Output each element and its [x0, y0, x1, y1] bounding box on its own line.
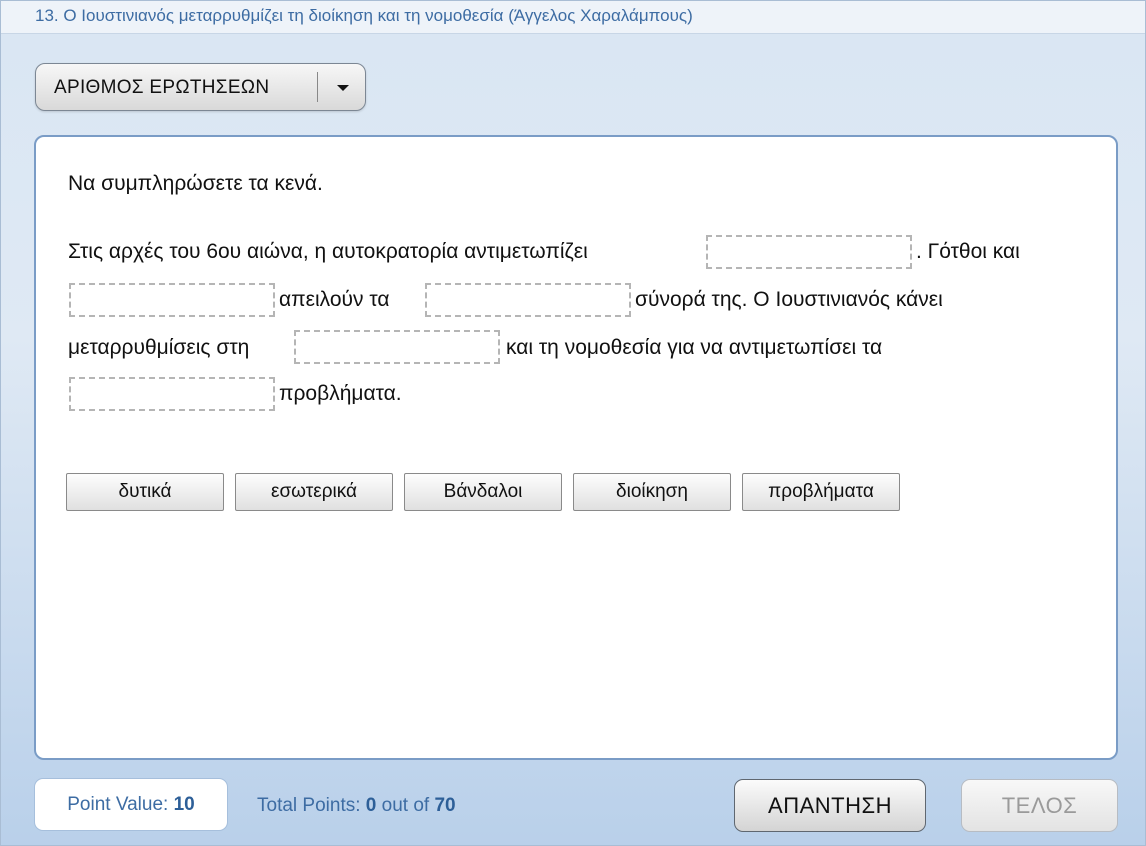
chevron-down-icon[interactable]: [337, 85, 349, 91]
question-text-segment: προβλήματα.: [279, 382, 402, 405]
word-chip-vandaloi[interactable]: Βάνδαλοι: [404, 473, 562, 511]
title-bar: 13. Ο Ιουστινιανός μεταρρυθμίζει τη διοί…: [1, 1, 1145, 34]
blank-drop-zone-2[interactable]: [69, 283, 275, 317]
point-value-box: Point Value: 10: [34, 778, 228, 831]
word-chip-dioikisi[interactable]: διοίκηση: [573, 473, 731, 511]
quiz-title: 13. Ο Ιουστινιανός μεταρρυθμίζει τη διοί…: [35, 6, 693, 25]
question-instruction: Να συμπληρώσετε τα κενά.: [68, 172, 323, 195]
answer-button[interactable]: ΑΠΑΝΤΗΣΗ: [734, 779, 926, 832]
blank-drop-zone-3[interactable]: [425, 283, 631, 317]
word-chip-dytika[interactable]: δυτικά: [66, 473, 224, 511]
word-chip-provlimata[interactable]: προβλήματα: [742, 473, 900, 511]
total-points-label: Total Points:: [257, 795, 361, 816]
word-chip-esoterika[interactable]: εσωτερικά: [235, 473, 393, 511]
blank-drop-zone-5[interactable]: [69, 377, 275, 411]
max-points-value: 70: [434, 795, 456, 816]
question-text-segment: . Γότθοι και: [916, 240, 1020, 263]
question-text-segment: απειλούν τα: [279, 288, 390, 311]
question-card: Να συμπληρώσετε τα κενά. Στις αρχές του …: [34, 135, 1118, 760]
out-of-label: out of: [381, 795, 430, 816]
question-text-segment: και τη νομοθεσία για να αντιμετωπίσει τα: [506, 336, 883, 359]
point-value: 10: [173, 794, 195, 815]
total-points-value: 0: [365, 795, 377, 816]
question-text-segment: σύνορά της. Ο Ιουστινιανός κάνει: [635, 288, 943, 311]
question-text-segment: Στις αρχές του 6ου αιώνα, η αυτοκρατορία…: [68, 240, 588, 263]
dropdown-label: ΑΡΙΘΜΟΣ ΕΡΩΤΗΣΕΩΝ: [54, 77, 270, 98]
point-value-label: Point Value:: [67, 794, 169, 815]
dropdown-divider: [317, 72, 318, 102]
question-text-segment: μεταρρυθμίσεις στη: [68, 336, 250, 359]
total-points: Total Points: 0 out of 70: [257, 795, 456, 817]
question-count-dropdown[interactable]: ΑΡΙΘΜΟΣ ΕΡΩΤΗΣΕΩΝ: [35, 63, 366, 111]
blank-drop-zone-4[interactable]: [294, 330, 500, 364]
end-button[interactable]: ΤΕΛΟΣ: [961, 779, 1118, 832]
blank-drop-zone-1[interactable]: [706, 235, 912, 269]
